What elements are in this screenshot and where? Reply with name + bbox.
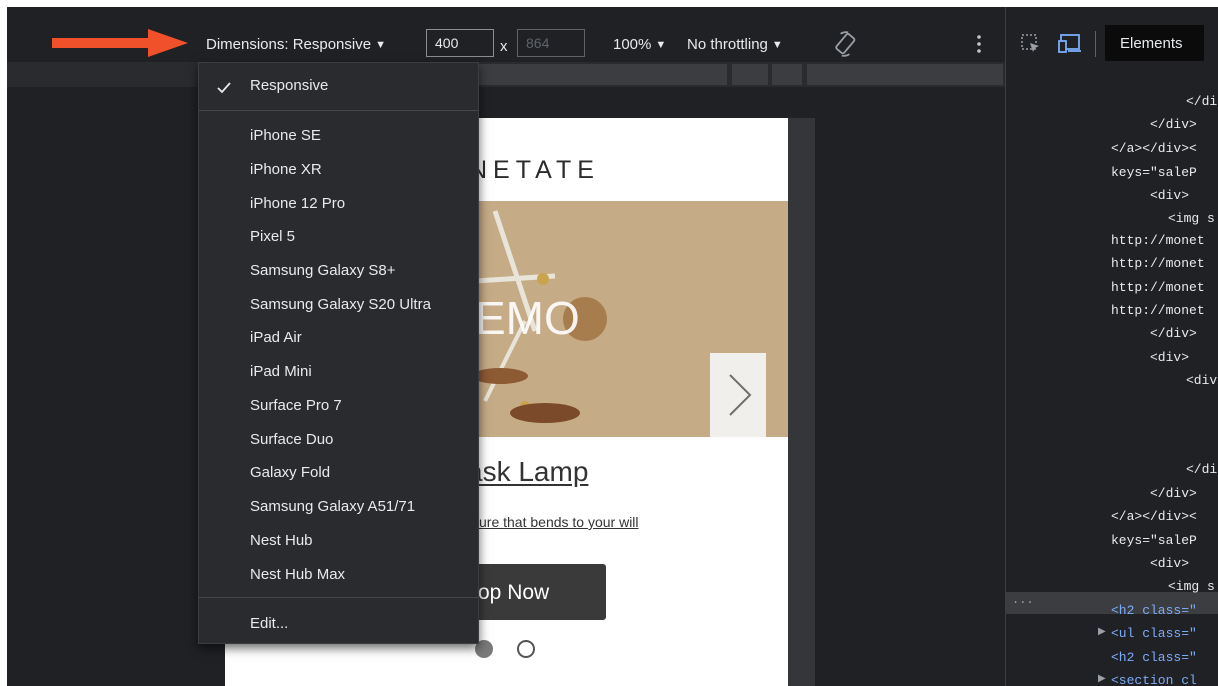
zoom-dropdown[interactable]: 100% ▼ (613, 36, 666, 53)
menu-item-device[interactable]: Samsung Galaxy A51/71 (250, 498, 415, 515)
height-input[interactable] (517, 29, 585, 57)
more-actions-icon[interactable]: ... (1012, 593, 1034, 607)
ruler-segment[interactable] (807, 64, 1003, 85)
more-options-icon[interactable] (972, 33, 986, 55)
menu-item-device[interactable]: Galaxy Fold (250, 464, 330, 481)
dom-line[interactable]: <img s (1168, 579, 1215, 594)
dom-line[interactable]: http://monet (1111, 233, 1205, 248)
dom-line[interactable]: </div> (1150, 117, 1197, 132)
caret-down-icon: ▼ (771, 39, 783, 51)
throttling-label: No throttling (687, 36, 768, 53)
dom-line[interactable]: </di (1186, 462, 1217, 477)
rotate-icon[interactable] (831, 29, 859, 59)
media-query-ruler[interactable] (7, 62, 1007, 87)
tab-elements-label: Elements (1120, 35, 1183, 52)
menu-item-device[interactable]: Samsung Galaxy S20 Ultra (250, 296, 431, 313)
shop-now-label: op Now (478, 581, 550, 604)
expand-triangle-icon[interactable]: ▶ (1098, 626, 1106, 637)
tab-separator (1095, 31, 1096, 57)
menu-item-device[interactable]: Surface Pro 7 (250, 397, 342, 414)
dom-line[interactable]: <div> (1150, 556, 1189, 571)
product-subtitle-link[interactable]: ure that bends to your will (479, 514, 639, 530)
annotation-arrow-icon (52, 29, 188, 57)
viewport-edge (788, 118, 815, 686)
dom-line[interactable]: <h2 class=" (1111, 603, 1197, 618)
dom-line[interactable]: </div> (1150, 486, 1197, 501)
tab-elements[interactable]: Elements (1105, 25, 1204, 61)
menu-separator (199, 597, 478, 598)
inspect-element-icon[interactable] (1020, 33, 1042, 55)
menu-item-responsive[interactable]: Responsive (250, 77, 328, 94)
dimensions-dropdown[interactable]: Dimensions: Responsive ▼ (206, 36, 386, 53)
product-title-link[interactable]: ask Lamp (467, 456, 588, 488)
dom-line[interactable]: keys="saleP (1111, 165, 1197, 180)
dom-line[interactable]: </div> (1150, 326, 1197, 341)
menu-item-device[interactable]: iPad Mini (250, 363, 312, 380)
ruler-segment[interactable] (772, 64, 802, 85)
dom-line[interactable]: </a></div>< (1111, 141, 1197, 156)
device-toolbar: Dimensions: Responsive▼ x 100%▼ No throt… (7, 7, 1007, 61)
throttling-dropdown[interactable]: No throttling ▼ (687, 36, 783, 53)
hero-text: EMO (475, 292, 580, 344)
times-symbol: x (500, 38, 508, 55)
dom-line[interactable]: <div> (1150, 350, 1189, 365)
dom-line[interactable]: </di (1186, 94, 1217, 109)
dom-tree: ... </di </div> </a></div>< keys="saleP … (1006, 62, 1218, 686)
width-input[interactable] (426, 29, 494, 57)
menu-item-device[interactable]: Surface Duo (250, 431, 333, 448)
dom-line[interactable]: keys="saleP (1111, 533, 1197, 548)
menu-item-device[interactable]: iPhone SE (250, 127, 321, 144)
menu-separator (199, 110, 478, 111)
dimensions-label: Dimensions: Responsive (206, 36, 372, 53)
menu-item-device[interactable]: Nest Hub Max (250, 566, 345, 583)
ruler-segment[interactable] (477, 64, 727, 85)
site-brand: NETATE (469, 156, 600, 184)
zoom-label: 100% (613, 36, 652, 53)
dom-line[interactable]: http://monet (1111, 303, 1205, 318)
check-icon (217, 82, 231, 94)
dom-line[interactable]: <div (1186, 373, 1217, 388)
menu-item-device[interactable]: Pixel 5 (250, 228, 295, 245)
device-toolbar-icon[interactable] (1058, 33, 1082, 53)
ruler-segment[interactable] (732, 64, 768, 85)
expand-triangle-icon[interactable]: ▶ (1098, 673, 1106, 684)
chevron-right-icon (729, 374, 752, 416)
menu-item-device[interactable]: iPhone XR (250, 161, 322, 178)
carousel-next-button[interactable] (710, 353, 766, 437)
dom-line[interactable]: </a></div>< (1111, 509, 1197, 524)
dom-line[interactable]: <section cl (1111, 673, 1197, 686)
menu-item-device[interactable]: Nest Hub (250, 532, 313, 549)
menu-item-device[interactable]: Samsung Galaxy S8+ (250, 262, 396, 279)
dimensions-menu: Responsive iPhone SE iPhone XR iPhone 12… (198, 62, 479, 644)
caret-down-icon: ▼ (375, 39, 386, 51)
dom-line[interactable]: http://monet (1111, 256, 1205, 271)
dom-line[interactable]: <div> (1150, 188, 1189, 203)
caret-down-icon: ▼ (655, 39, 667, 51)
menu-item-device[interactable]: iPhone 12 Pro (250, 195, 345, 212)
menu-item-edit[interactable]: Edit... (250, 615, 288, 632)
devtools-window: Dimensions: Responsive▼ x 100%▼ No throt… (7, 7, 1218, 686)
carousel-dot[interactable] (517, 640, 535, 658)
dom-line[interactable]: http://monet (1111, 280, 1205, 295)
dom-line[interactable]: <ul class=" (1111, 626, 1197, 641)
menu-item-device[interactable]: iPad Air (250, 329, 302, 346)
dom-line[interactable]: <img s (1168, 211, 1215, 226)
dom-line[interactable]: <h2 class=" (1111, 650, 1197, 665)
